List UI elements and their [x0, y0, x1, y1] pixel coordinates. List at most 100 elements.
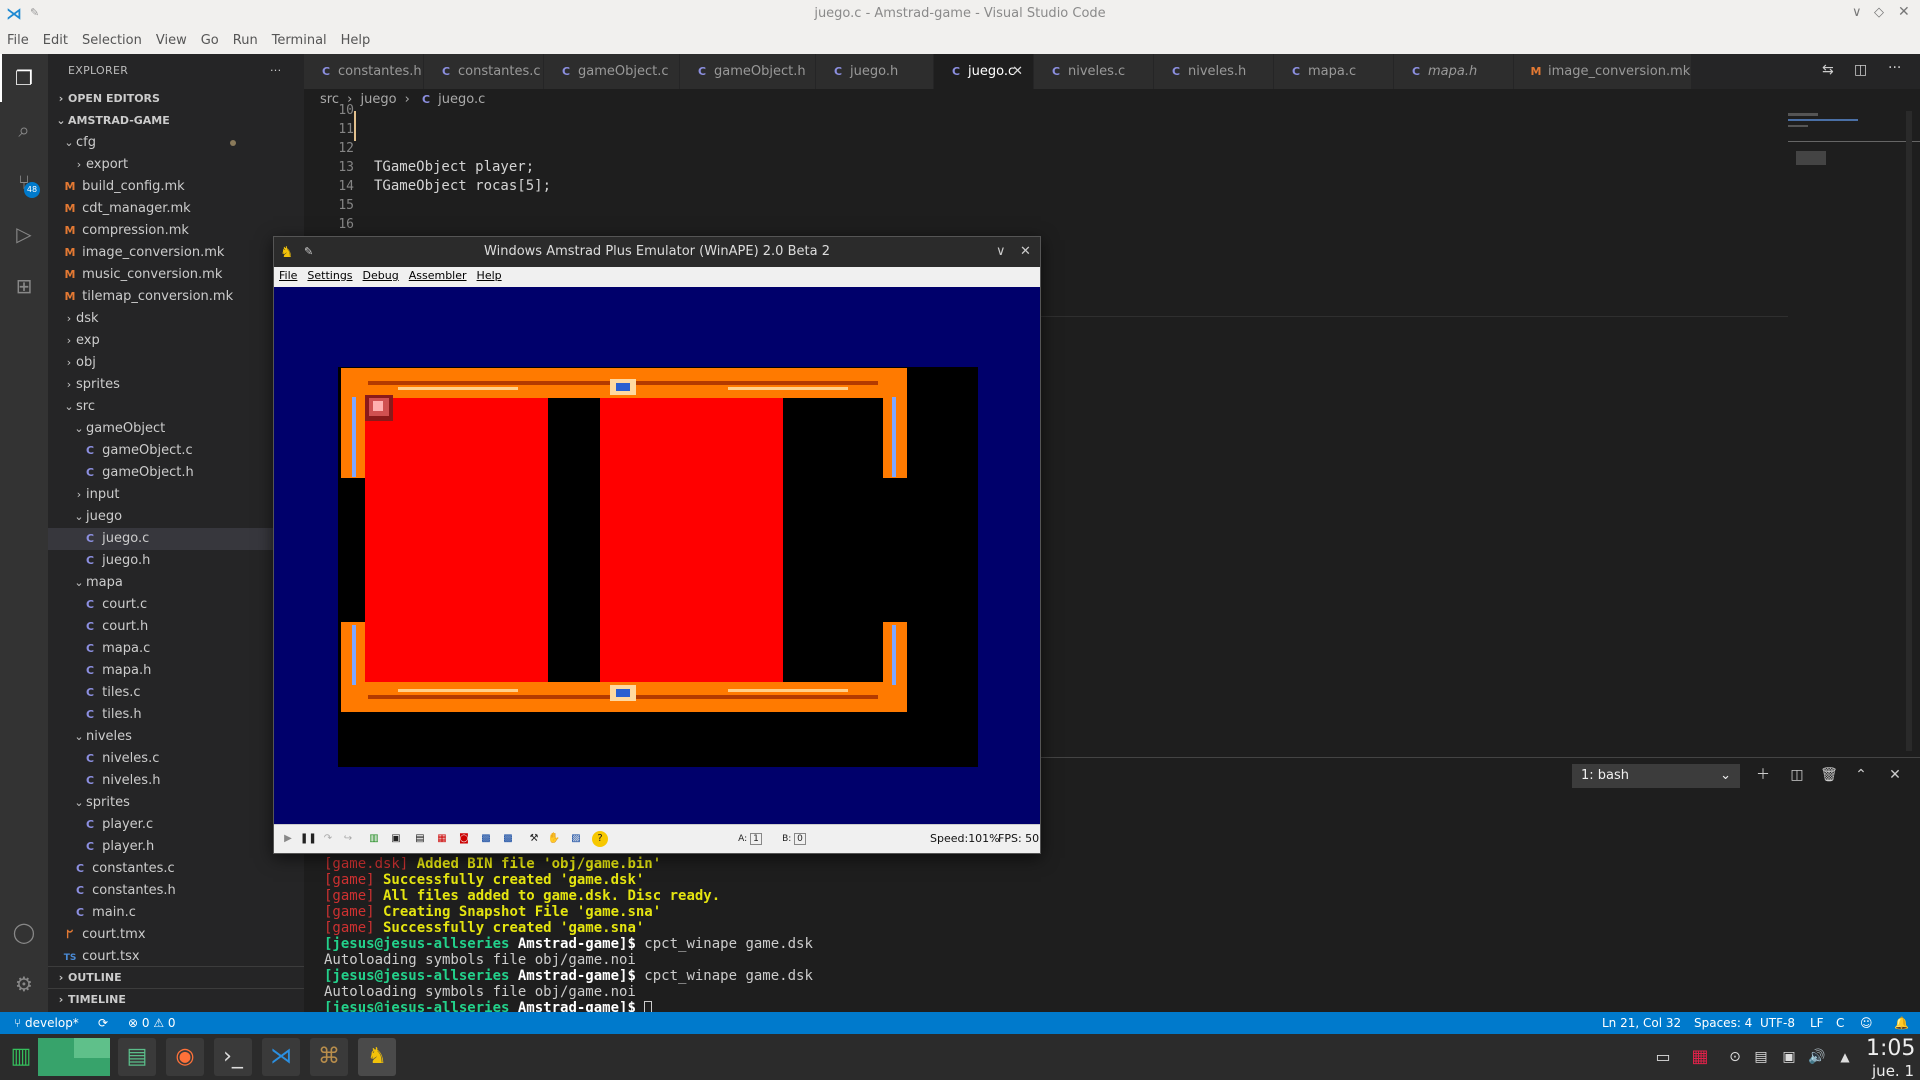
- step-icon[interactable]: ↷: [320, 831, 336, 847]
- winape-app-icon[interactable]: ♞: [358, 1038, 396, 1076]
- open-editors-section[interactable]: › OPEN EDITORS: [48, 88, 304, 110]
- debugger-icon[interactable]: ▣: [388, 831, 404, 847]
- notifications-icon[interactable]: 🔔: [1894, 1012, 1909, 1034]
- tree-folder[interactable]: ⌄ cfg: [48, 132, 304, 154]
- run-debug-icon[interactable]: ▷: [12, 222, 36, 246]
- tree-folder[interactable]: ⌄ juego: [48, 506, 304, 528]
- menu-help[interactable]: Help: [334, 28, 378, 53]
- pin-icon[interactable]: ✎: [304, 237, 313, 267]
- clock-time[interactable]: 1:05: [1866, 1036, 1915, 1061]
- close-tab-icon[interactable]: ✕: [1012, 54, 1023, 89]
- close-panel-icon[interactable]: ✕: [1884, 764, 1906, 786]
- menu-view[interactable]: View: [149, 28, 194, 53]
- snapshot-icon[interactable]: ▦: [434, 831, 450, 847]
- emulator-screen[interactable]: [274, 287, 1040, 824]
- winape-menu-help[interactable]: Help: [472, 267, 507, 284]
- tree-folder[interactable]: › obj: [48, 352, 304, 374]
- close-window-icon[interactable]: ✕: [1898, 4, 1910, 20]
- disc-a-icon[interactable]: ▩: [478, 831, 494, 847]
- owl-app-icon[interactable]: ⌘: [310, 1038, 348, 1076]
- tree-folder[interactable]: ⌄ mapa: [48, 572, 304, 594]
- trash-icon[interactable]: 🗑: [1818, 764, 1840, 786]
- tab-juego-c[interactable]: Cjuego.c ✕: [934, 54, 1034, 89]
- tree-file[interactable]: C juego.c: [48, 528, 304, 550]
- tree-file[interactable]: C court.h: [48, 616, 304, 638]
- menu-terminal[interactable]: Terminal: [265, 28, 334, 53]
- explorer-icon[interactable]: ❐: [12, 66, 36, 90]
- winape-menu-debug[interactable]: Debug: [358, 267, 404, 284]
- package-icon[interactable]: ▦: [1686, 1038, 1714, 1076]
- winape-menu-settings[interactable]: Settings: [302, 267, 357, 284]
- minimize-icon[interactable]: ∨: [1852, 5, 1862, 20]
- minimize-icon[interactable]: ∨: [996, 237, 1006, 267]
- tree-file[interactable]: M tilemap_conversion.mk: [48, 286, 304, 308]
- timeline-section[interactable]: › TIMELINE: [48, 988, 304, 1010]
- editor-scrollbar[interactable]: [1906, 111, 1912, 751]
- tree-file[interactable]: C main.c: [48, 902, 304, 924]
- vscode-app-icon[interactable]: ⋊: [262, 1038, 300, 1076]
- tab-constantes-c[interactable]: Cconstantes.c: [424, 54, 544, 89]
- indentation-status[interactable]: Spaces: 4: [1694, 1012, 1752, 1034]
- tree-file[interactable]: C constantes.c: [48, 858, 304, 880]
- tree-file[interactable]: M image_conversion.mk: [48, 242, 304, 264]
- play-icon[interactable]: ▶: [280, 831, 296, 847]
- tree-folder[interactable]: ⌄ sprites: [48, 792, 304, 814]
- memory-icon[interactable]: ▥: [366, 831, 382, 847]
- maximize-icon[interactable]: ◇: [1874, 5, 1884, 20]
- compare-icon[interactable]: ⇆: [1822, 62, 1834, 78]
- extensions-icon[interactable]: ⊞: [12, 274, 36, 298]
- tab-image_conversion-mk[interactable]: Mimage_conversion.mk: [1514, 54, 1692, 89]
- cursor-position[interactable]: Ln 21, Col 32: [1602, 1012, 1681, 1034]
- winape-menu-assembler[interactable]: Assembler: [404, 267, 472, 284]
- tree-file[interactable]: C mapa.c: [48, 638, 304, 660]
- tab-niveles-c[interactable]: Cniveles.c: [1034, 54, 1154, 89]
- tab-gameobject-h[interactable]: CgameObject.h: [680, 54, 816, 89]
- problems-status[interactable]: ⊗ 0 ⚠ 0: [128, 1012, 176, 1034]
- breadcrumb-juego[interactable]: juego: [360, 92, 396, 107]
- step-over-icon[interactable]: ↪: [340, 831, 356, 847]
- language-status[interactable]: C: [1836, 1012, 1844, 1034]
- workspace-pager[interactable]: [38, 1038, 110, 1076]
- firefox-icon[interactable]: ◉: [166, 1038, 204, 1076]
- tree-file[interactable]: TS court.tsx: [48, 946, 304, 968]
- pause-icon[interactable]: ❚❚: [300, 831, 317, 847]
- tab-mapa-h[interactable]: Cmapa.h: [1394, 54, 1514, 89]
- tab-niveles-h[interactable]: Cniveles.h: [1154, 54, 1274, 89]
- terminal-selector[interactable]: 1: bash ⌄: [1572, 764, 1740, 788]
- show-desktop-icon[interactable]: ▭: [1650, 1038, 1676, 1076]
- more-actions-icon[interactable]: ···: [1888, 60, 1901, 76]
- more-actions-icon[interactable]: ···: [270, 54, 281, 88]
- tree-file[interactable]: C player.h: [48, 836, 304, 858]
- tree-folder[interactable]: ⌄ gameObject: [48, 418, 304, 440]
- joystick-icon[interactable]: ✋: [546, 831, 562, 847]
- feedback-icon[interactable]: ☺: [1860, 1012, 1873, 1034]
- tree-file[interactable]: C niveles.h: [48, 770, 304, 792]
- menu-selection[interactable]: Selection: [75, 28, 149, 53]
- menu-file[interactable]: File: [0, 28, 36, 53]
- tape-icon[interactable]: ◙: [456, 831, 472, 847]
- tab-constantes-h[interactable]: Cconstantes.h: [304, 54, 424, 89]
- close-icon[interactable]: ✕: [1020, 237, 1031, 267]
- tree-file[interactable]: C court.c: [48, 594, 304, 616]
- manjaro-menu-icon[interactable]: ▥: [2, 1038, 40, 1076]
- winape-title-bar[interactable]: ♞ ✎ Windows Amstrad Plus Emulator (WinAP…: [274, 237, 1040, 267]
- tree-folder[interactable]: ⌄ niveles: [48, 726, 304, 748]
- new-terminal-icon[interactable]: ＋: [1752, 764, 1774, 786]
- network-icon[interactable]: ▨: [568, 831, 584, 847]
- settings-icon[interactable]: ⚒: [526, 831, 542, 847]
- terminal-app-icon[interactable]: ›_: [214, 1038, 252, 1076]
- menu-edit[interactable]: Edit: [36, 28, 75, 53]
- tree-file[interactable]: M compression.mk: [48, 220, 304, 242]
- tab-mapa-c[interactable]: Cmapa.c: [1274, 54, 1394, 89]
- tree-file[interactable]: M cdt_manager.mk: [48, 198, 304, 220]
- search-icon[interactable]: ⌕: [12, 118, 36, 142]
- tree-folder[interactable]: › export: [48, 154, 304, 176]
- outline-section[interactable]: › OUTLINE: [48, 966, 304, 988]
- account-icon[interactable]: ◯: [12, 920, 36, 944]
- tree-file[interactable]: C mapa.h: [48, 660, 304, 682]
- minimap[interactable]: [1788, 111, 1920, 191]
- storage-icon[interactable]: ▣: [1778, 1038, 1800, 1076]
- tab-juego-h[interactable]: Cjuego.h: [816, 54, 934, 89]
- tray-expand-icon[interactable]: ▲: [1834, 1038, 1856, 1076]
- tree-file[interactable]: C niveles.c: [48, 748, 304, 770]
